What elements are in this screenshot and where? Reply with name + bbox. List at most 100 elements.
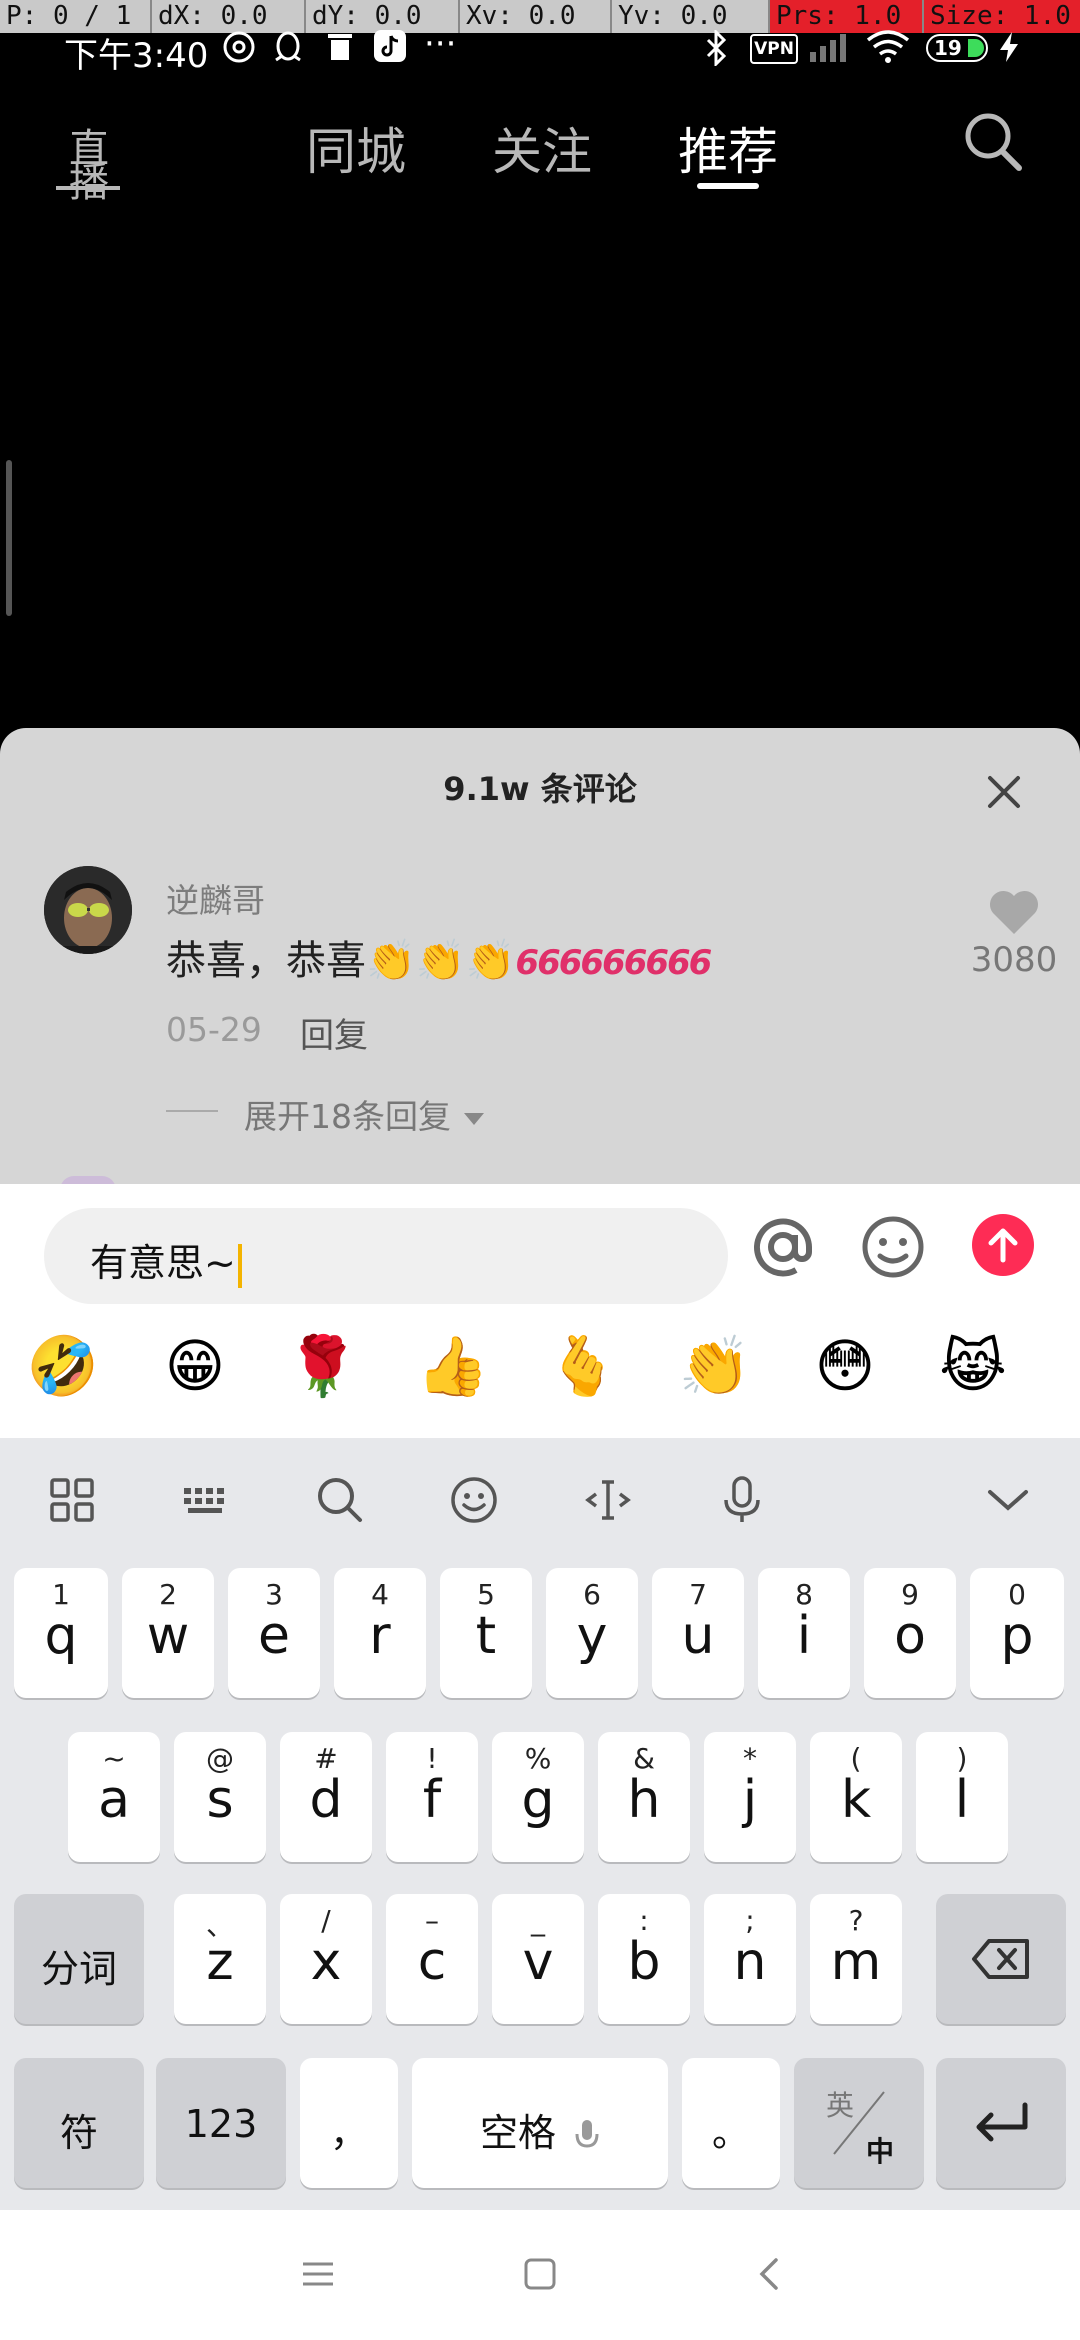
emoji-rofl[interactable]: 🤣 [18, 1332, 108, 1401]
vpn-badge: VPN [750, 34, 798, 64]
comment-text: 恭喜，恭喜👏👏👏666666666 [166, 928, 712, 986]
emoji-grin[interactable]: 😁 [150, 1332, 240, 1400]
key-v[interactable]: _ v [492, 1894, 584, 2024]
status-time: 下午3:40 [64, 36, 209, 76]
key-letter: w [146, 1606, 190, 1666]
key-c[interactable]: – c [386, 1894, 478, 2024]
emoji-thumbs-up[interactable]: 👍 [408, 1332, 498, 1401]
arrow-up-icon [988, 1228, 1018, 1263]
key-h[interactable]: & h [598, 1732, 690, 1862]
key-letter: d [309, 1770, 343, 1830]
key-r[interactable]: 4r [334, 1568, 426, 1698]
cursor-move-icon[interactable] [582, 1474, 634, 1526]
live-tab[interactable]: 直播 [56, 110, 120, 203]
keyboard-emoji-icon[interactable] [448, 1474, 500, 1526]
key-x[interactable]: / x [280, 1894, 372, 2024]
key-o[interactable]: 9o [864, 1568, 956, 1698]
quick-emoji-strip: 🤣 😁 🌹 👍 🫰 👏 😳 😹 [0, 1304, 1080, 1438]
search-icon[interactable] [962, 110, 1024, 178]
key-z[interactable]: 、 z [174, 1894, 266, 2024]
space-key[interactable]: 空格 [412, 2058, 668, 2188]
key-a[interactable]: ~ a [68, 1732, 160, 1862]
key-d[interactable]: # d [280, 1732, 372, 1862]
battery-icon: 19 [926, 34, 988, 62]
key-g[interactable]: % g [492, 1732, 584, 1862]
key-b[interactable]: :b [598, 1894, 690, 2024]
comment-input[interactable]: 有意思~ [44, 1208, 728, 1304]
key-letter: k [840, 1770, 872, 1830]
keyboard-layout-icon[interactable] [180, 1474, 232, 1526]
apps-grid-icon[interactable] [46, 1474, 98, 1526]
period-label: 。 [711, 2111, 750, 2155]
numbers-key[interactable]: 123 [156, 2058, 286, 2188]
key-m[interactable]: ? m [810, 1894, 902, 2024]
key-letter: y [576, 1606, 608, 1666]
fenci-label: 分词 [40, 1947, 117, 1991]
key-letter: l [954, 1770, 970, 1830]
backspace-key[interactable] [936, 1894, 1066, 2024]
language-switch-key[interactable]: 英 中 [794, 2058, 924, 2188]
microphone-icon[interactable] [716, 1474, 768, 1526]
signal-icon [808, 30, 848, 72]
emoji-cry-laugh[interactable]: 😹 [928, 1332, 1018, 1400]
key-w[interactable]: 2w [122, 1568, 214, 1698]
emoji-button[interactable] [858, 1212, 928, 1282]
comment-input-text: 有意思~ [90, 1241, 236, 1285]
comment-username[interactable]: 逆麟哥 [166, 874, 265, 922]
back-icon[interactable] [752, 2256, 788, 2296]
key-t[interactable]: 5t [440, 1568, 532, 1698]
expand-replies-button[interactable]: 展开18条回复 [244, 1090, 486, 1138]
emoji-finger-heart[interactable]: 🫰 [538, 1332, 628, 1401]
top-nav: 直播 同城 关注 推荐 [0, 100, 1080, 210]
key-letter: v [522, 1932, 554, 1992]
collapse-keyboard-icon[interactable] [982, 1474, 1034, 1526]
numbers-label: 123 [184, 2102, 258, 2146]
avatar[interactable] [44, 866, 132, 954]
key-letter: o [894, 1606, 926, 1666]
key-u[interactable]: 7u [652, 1568, 744, 1698]
key-p[interactable]: 0p [970, 1568, 1064, 1698]
menu-icon[interactable] [300, 2256, 336, 2296]
send-button[interactable] [972, 1214, 1034, 1276]
comma-label: ， [329, 2111, 368, 2155]
comment-input-value[interactable]: 有意思~ [90, 1232, 242, 1288]
symbols-label: 符 [59, 2111, 98, 2155]
period-key[interactable]: 。 [682, 2058, 780, 2188]
key-n[interactable]: ; n [704, 1894, 796, 2024]
key-q[interactable]: 1q [14, 1568, 108, 1698]
key-s[interactable]: @ s [174, 1732, 266, 1862]
video-scroll-indicator [6, 460, 12, 616]
symbols-key[interactable]: 符 [14, 2058, 144, 2188]
key-letter: c [417, 1932, 447, 1992]
key-e[interactable]: 3e [228, 1568, 320, 1698]
key-letter: z [206, 1932, 234, 1992]
reply-button[interactable]: 回复 [300, 1008, 368, 1057]
key-letter: a [98, 1770, 130, 1830]
tab-guanzhu[interactable]: 关注 [492, 112, 592, 184]
key-f[interactable]: ! f [386, 1732, 478, 1862]
keyboard: 1q 2w 3e 4r 5t 6y 7u 8i 9o 0p ~ a @ s # d !… [0, 1438, 1080, 2210]
home-icon[interactable] [522, 2256, 558, 2296]
emoji-clap[interactable]: 👏 [670, 1332, 760, 1401]
heart-icon[interactable] [988, 888, 1040, 940]
space-text: 空格 [479, 2111, 556, 2155]
key-letter: m [830, 1932, 882, 1992]
key-l[interactable]: ) l [916, 1732, 1008, 1862]
key-letter: p [1000, 1606, 1034, 1666]
trash-icon [326, 30, 354, 70]
key-letter: n [733, 1932, 767, 1992]
key-y[interactable]: 6y [546, 1568, 638, 1698]
close-icon[interactable] [986, 774, 1022, 814]
key-i[interactable]: 8i [758, 1568, 850, 1698]
tab-tongcheng[interactable]: 同城 [306, 112, 406, 184]
mention-at-button[interactable] [748, 1212, 818, 1282]
enter-key[interactable] [936, 2058, 1066, 2188]
keyboard-search-icon[interactable] [314, 1474, 366, 1526]
tab-tuijian[interactable]: 推荐 [678, 112, 778, 184]
fenci-key[interactable]: 分词 [14, 1894, 144, 2024]
emoji-rose[interactable]: 🌹 [278, 1332, 368, 1401]
key-j[interactable]: * j [704, 1732, 796, 1862]
comma-key[interactable]: ， [300, 2058, 398, 2188]
key-k[interactable]: (k [810, 1732, 902, 1862]
emoji-flushed[interactable]: 😳 [800, 1332, 890, 1400]
